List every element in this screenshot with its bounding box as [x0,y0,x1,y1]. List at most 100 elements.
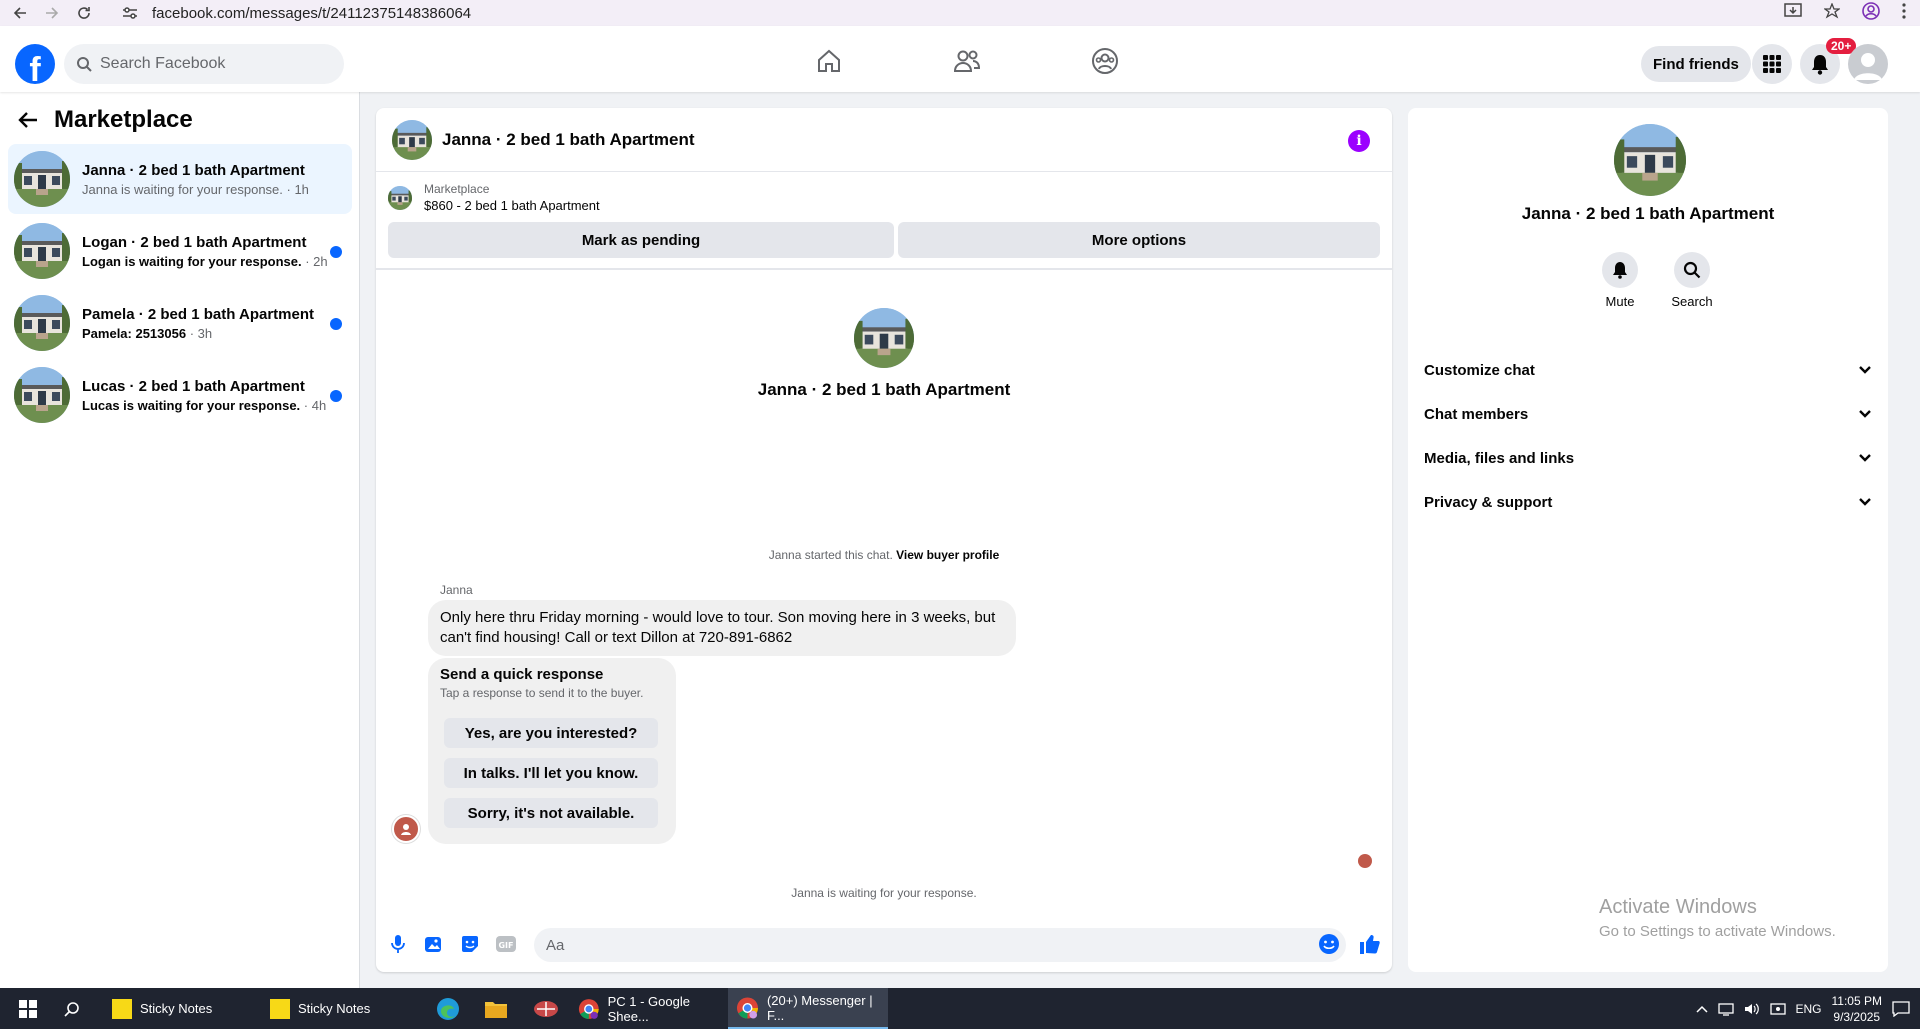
account-avatar[interactable] [1848,44,1888,84]
conversation-thumbnail [14,295,70,351]
clock[interactable]: 11:05 PM 9/3/2025 [1832,993,1882,1025]
panel-section-row[interactable]: Privacy & support [1424,480,1872,524]
taskbar-sticky-notes-1[interactable]: Sticky Notes [106,988,256,1029]
photo-icon[interactable] [422,932,446,956]
conversation-item[interactable]: Janna · 2 bed 1 bath Apartment Janna is w… [8,144,352,214]
meet-now-icon[interactable] [1769,1002,1786,1016]
bookmark-star-icon[interactable] [1824,3,1840,19]
install-icon[interactable] [1784,3,1802,19]
network-icon[interactable] [1717,1002,1734,1016]
facebook-logo[interactable]: f [15,44,55,84]
preview-time: · 4h [303,397,327,413]
quick-response-not-available[interactable]: Sorry, it's not available. [444,798,658,828]
main-nav [760,36,1174,86]
panel-section-row[interactable]: Customize chat [1424,348,1872,392]
search-input[interactable]: Search Facebook [64,44,344,84]
activate-title: Activate Windows [1599,896,1757,918]
conversation-item[interactable]: Pamela · 2 bed 1 bath Apartment Pamela: 2… [8,288,352,358]
windows-start-icon[interactable] [8,988,48,1029]
sender-avatar[interactable] [392,815,420,843]
volume-icon[interactable] [1744,1002,1760,1016]
listing-thumbnail[interactable] [392,119,432,160]
address-bar[interactable]: facebook.com/messages/t/2411237514838606… [122,2,1822,24]
preview-time: · 2h [305,253,328,269]
chat-header: Janna · 2 bed 1 bath Apartment i [376,108,1392,172]
taskbar-chrome-sheets[interactable]: PC 1 - Google Shee... [574,988,722,1029]
chat-intro: Janna · 2 bed 1 bath Apartment [376,308,1392,400]
message-input[interactable]: Aa [534,928,1346,962]
back-arrow-icon[interactable] [18,111,38,129]
taskbar-app-label: (20+) Messenger | F... [766,992,873,1023]
quick-response-subtitle: Tap a response to send it to the buyer. [440,686,644,700]
conversation-item[interactable]: Lucas · 2 bed 1 bath Apartment Lucas is w… [8,360,352,430]
browser-menu-icon[interactable] [1902,3,1906,19]
sticker-icon[interactable] [458,932,482,956]
like-thumb-icon[interactable] [1357,932,1381,956]
forward-icon[interactable] [40,1,64,25]
edge-browser-icon[interactable] [428,988,468,1029]
more-options-button[interactable]: More options [898,222,1380,258]
microphone-icon[interactable] [386,932,410,956]
reload-icon[interactable] [72,1,96,25]
language-indicator[interactable]: ENG [1796,1002,1822,1016]
action-center-icon[interactable] [1892,1000,1910,1017]
emoji-icon[interactable] [1317,932,1341,956]
taskbar-app-label: PC 1 - Google Shee... [607,993,690,1024]
quick-response-yes[interactable]: Yes, are you interested? [444,718,658,748]
preview-time: · 3h [189,325,213,341]
sidebar-title: Marketplace [54,106,193,133]
friends-icon[interactable] [898,36,1036,86]
chrome-icon [578,998,599,1019]
tray-overflow-chevron-icon[interactable] [1695,1005,1708,1013]
taskbar-search-icon[interactable] [52,988,92,1029]
clock-time: 11:05 PM [1831,993,1882,1008]
activate-windows-watermark: Activate Windows Go to Settings to activ… [1599,896,1836,940]
intro-name: Janna · 2 bed 1 bath Apartment [757,380,1011,399]
listing-summary[interactable]: Marketplace $860 - 2 bed 1 bath Apartmen… [388,182,600,213]
mute-button[interactable]: Mute [1590,252,1650,309]
remote-app-icon[interactable] [526,988,566,1029]
section-label: Chat members [1424,405,1529,423]
gif-icon[interactable]: GIF [494,932,518,956]
preview-text: Pamela: 2513056 [82,325,187,341]
message-input-placeholder: Aa [546,936,565,954]
chat-title[interactable]: Janna · 2 bed 1 bath Apartment [442,130,695,150]
magnifier-icon [1674,252,1710,288]
search-icon [76,56,92,72]
search-chat-button[interactable]: Search [1662,252,1722,309]
site-info-icon[interactable] [122,6,140,20]
unread-dot [330,246,342,258]
mark-pending-button[interactable]: Mark as pending [388,222,894,258]
conversation-item[interactable]: Logan · 2 bed 1 bath Apartment Logan is w… [8,216,352,286]
preview-time: · 1h [286,181,309,197]
taskbar-sticky-notes-2[interactable]: Sticky Notes [264,988,414,1029]
taskbar-chrome-messenger[interactable]: (20+) Messenger | F... [728,988,888,1029]
file-explorer-icon[interactable] [476,988,516,1029]
info-icon[interactable]: i [1348,130,1370,152]
marketplace-label: Marketplace [424,182,490,196]
profile-icon[interactable] [1862,2,1880,20]
chevron-down-icon [1858,409,1872,419]
quick-response-title: Send a quick response [440,666,604,683]
panel-avatar[interactable] [1614,124,1686,196]
view-buyer-profile-link[interactable]: View buyer profile [896,548,999,562]
panel-name: Janna · 2 bed 1 bath Apartment [1521,204,1775,223]
conversation-thumbnail [14,223,70,279]
panel-section-row[interactable]: Chat members [1424,392,1872,436]
page-scrollbar[interactable] [1904,92,1920,988]
section-label: Media, files and links [1424,449,1575,467]
mute-label: Mute [1605,294,1635,309]
back-icon[interactable] [8,1,32,25]
bell-icon [1602,252,1638,288]
quick-response-in-talks[interactable]: In talks. I'll let you know. [444,758,658,788]
conversation-name: Lucas · 2 bed 1 bath Apartment [82,377,305,395]
panel-section-row[interactable]: Media, files and links [1424,436,1872,480]
preview-text: Janna is waiting for your response. [82,181,283,197]
find-friends-button[interactable]: Find friends [1641,46,1751,82]
menu-grid-icon[interactable] [1752,44,1792,84]
home-icon[interactable] [760,36,898,86]
waiting-note: Janna is waiting for your response. [791,886,977,900]
message-bubble[interactable]: Only here thru Friday morning - would lo… [428,600,1016,656]
groups-icon[interactable] [1036,36,1174,86]
intro-avatar [854,308,914,368]
